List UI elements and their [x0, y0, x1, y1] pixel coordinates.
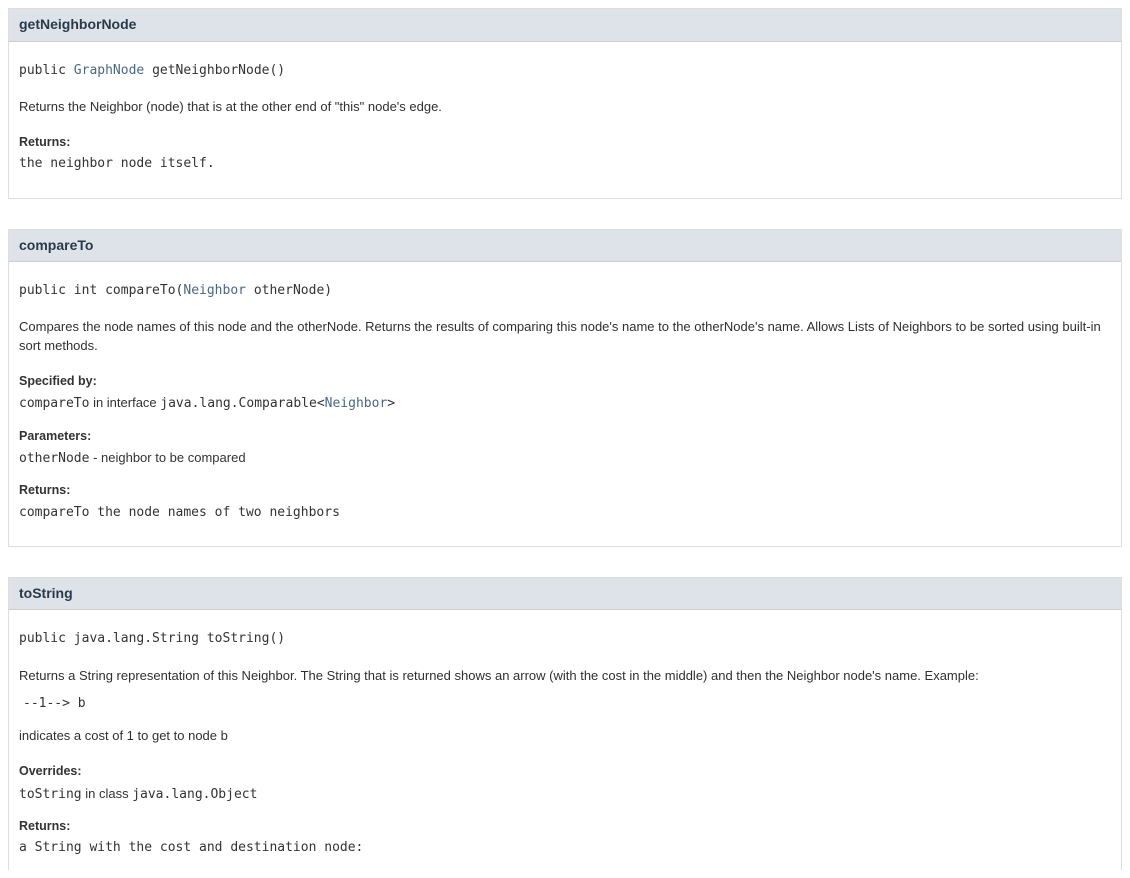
overrides-text: toString in class java.lang.Object	[19, 785, 1111, 804]
override-method: toString	[19, 787, 82, 802]
sig-text: otherNode)	[246, 283, 332, 298]
method-name: getNeighborNode	[19, 16, 136, 32]
sig-text: public	[19, 63, 74, 78]
method-name: toString	[19, 585, 73, 601]
returns-text: a String with the cost and destination n…	[19, 839, 1111, 857]
method-description: Returns the Neighbor (node) that is at t…	[19, 98, 1111, 116]
spec-iface: java.lang.Comparable<	[160, 396, 324, 411]
overrides-label: Overrides:	[19, 763, 1111, 781]
method-signature: public java.lang.String toString()	[19, 630, 1111, 648]
specified-by-label: Specified by:	[19, 373, 1111, 391]
method-header: getNeighborNode	[9, 9, 1121, 42]
returns-label: Returns:	[19, 818, 1111, 836]
returns-label: Returns:	[19, 482, 1111, 500]
override-class: java.lang.Object	[132, 787, 257, 802]
sig-text: public java.lang.String toString()	[19, 631, 285, 646]
spec-post: >	[387, 396, 395, 411]
method-name: compareTo	[19, 237, 93, 253]
spec-method: compareTo	[19, 396, 89, 411]
method-body: public java.lang.String toString() Retur…	[9, 610, 1121, 869]
method-signature: public GraphNode getNeighborNode()	[19, 62, 1111, 80]
method-body: public int compareTo(Neighbor otherNode)…	[9, 262, 1121, 546]
method-block: getNeighborNode public GraphNode getNeig…	[8, 8, 1122, 199]
example-code: --1--> b	[23, 695, 1111, 713]
returns-label: Returns:	[19, 134, 1111, 152]
method-block: compareTo public int compareTo(Neighbor …	[8, 229, 1122, 547]
override-in: in class	[82, 786, 133, 801]
sig-text: getNeighborNode()	[144, 63, 285, 78]
type-link[interactable]: Neighbor	[183, 283, 246, 298]
type-link[interactable]: GraphNode	[74, 63, 144, 78]
method-block: toString public java.lang.String toStrin…	[8, 577, 1122, 870]
method-signature: public int compareTo(Neighbor otherNode)	[19, 282, 1111, 300]
param-desc: - neighbor to be compared	[89, 450, 245, 465]
sig-text: public int compareTo(	[19, 283, 183, 298]
method-body: public GraphNode getNeighborNode() Retur…	[9, 42, 1121, 198]
parameter-text: otherNode - neighbor to be compared	[19, 449, 1111, 468]
param-name: otherNode	[19, 451, 89, 466]
type-link[interactable]: Neighbor	[325, 396, 388, 411]
method-header: compareTo	[9, 230, 1121, 263]
spec-in: in interface	[89, 395, 160, 410]
method-description-2: indicates a cost of 1 to get to node b	[19, 727, 1111, 745]
method-description: Returns a String representation of this …	[19, 667, 1111, 685]
method-description: Compares the node names of this node and…	[19, 318, 1111, 354]
method-header: toString	[9, 578, 1121, 611]
specified-by-text: compareTo in interface java.lang.Compara…	[19, 394, 1111, 413]
returns-text: the neighbor node itself.	[19, 155, 1111, 173]
parameters-label: Parameters:	[19, 428, 1111, 446]
returns-text: compareTo the node names of two neighbor…	[19, 504, 1111, 522]
